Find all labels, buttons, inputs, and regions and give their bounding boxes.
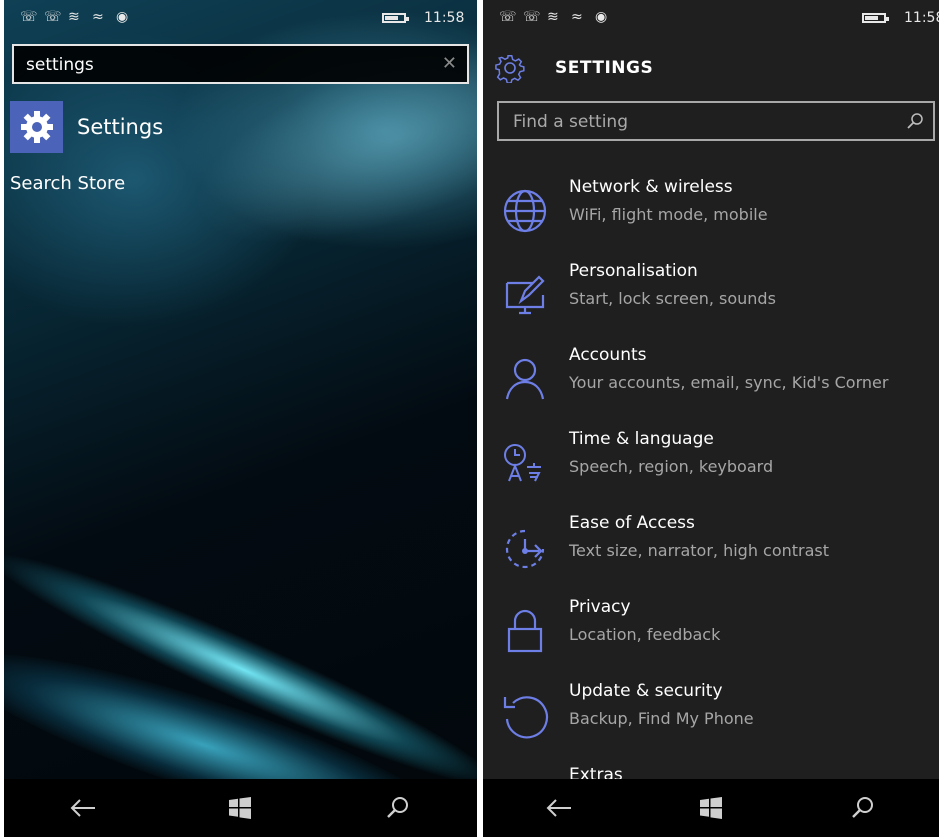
status-bar: ☏ ☏ ≋ ≈ ◉ 11:58 (483, 0, 939, 40)
battery-icon (862, 13, 889, 23)
person-icon (505, 358, 545, 400)
missed-call-icon: ☏ (523, 9, 541, 25)
missed-call-icon: ☏ (20, 9, 38, 25)
battery-icon (382, 13, 409, 23)
start-button[interactable] (681, 788, 741, 828)
category-subtitle: Backup, Find My Phone (569, 709, 754, 728)
category-subtitle: Speech, region, keyboard (569, 457, 774, 476)
clock: 11:58 (904, 10, 939, 26)
category-personalisation[interactable]: Personalisation Start, lock screen, soun… (499, 261, 929, 331)
status-bar: ☏ ☏ ≋ ≈ ◉ 11:58 (4, 0, 477, 40)
battery-level (865, 16, 878, 20)
time-language-icon (504, 444, 541, 482)
app-tile (10, 101, 63, 153)
windows-icon (700, 797, 722, 819)
search-screen: ☏ ☏ ≋ ≈ ◉ 11:58 settings ✕ Settings Sear… (4, 0, 477, 837)
ease-of-access-icon (505, 529, 545, 569)
category-title: Privacy (569, 597, 631, 617)
search-icon[interactable] (905, 111, 925, 131)
category-subtitle: Text size, narrator, high contrast (569, 541, 830, 560)
clock: 11:58 (424, 10, 465, 26)
category-update-security[interactable]: Update & security Backup, Find My Phone (499, 681, 929, 751)
category-privacy[interactable]: Privacy Location, feedback (499, 597, 929, 667)
wifi-calling-icon: ≋ (547, 9, 559, 25)
location-icon: ◉ (116, 9, 129, 25)
start-button[interactable] (210, 788, 270, 828)
close-icon[interactable]: ✕ (442, 53, 457, 74)
globe-icon (503, 189, 547, 233)
category-subtitle: WiFi, flight mode, mobile (569, 205, 768, 224)
settings-app-result[interactable]: Settings (10, 101, 163, 153)
app-name: Settings (77, 115, 164, 139)
back-button[interactable] (529, 788, 589, 828)
gear-icon (20, 111, 53, 143)
search-button[interactable] (833, 788, 893, 828)
missed-call-icon: ☏ (499, 9, 517, 25)
category-title: Network & wireless (569, 177, 733, 197)
back-icon (546, 799, 571, 817)
back-icon (70, 799, 95, 817)
category-title: Accounts (569, 345, 647, 365)
windows-icon (229, 797, 252, 819)
search-icon (852, 797, 873, 818)
find-setting-input[interactable]: Find a setting (497, 101, 935, 141)
navigation-bar (483, 779, 939, 837)
category-title: Update & security (569, 681, 723, 701)
navigation-bar (4, 779, 477, 837)
search-icon (387, 797, 409, 818)
category-title: Personalisation (569, 261, 698, 281)
search-query: settings (26, 55, 94, 75)
category-subtitle: Start, lock screen, sounds (569, 289, 776, 308)
category-title: Ease of Access (569, 513, 695, 533)
settings-header: SETTINGS (495, 50, 653, 86)
location-icon: ◉ (595, 9, 608, 25)
search-store-link[interactable]: Search Store (10, 173, 125, 194)
search-input[interactable]: settings ✕ (12, 44, 469, 84)
lock-icon (507, 609, 543, 653)
network-icon: ≈ (571, 9, 583, 25)
category-subtitle: Your accounts, email, sync, Kid's Corner (569, 373, 889, 392)
category-network-wireless[interactable]: Network & wireless WiFi, flight mode, mo… (499, 177, 929, 247)
wifi-calling-icon: ≋ (68, 9, 80, 25)
page-title: SETTINGS (555, 58, 654, 78)
network-icon: ≈ (92, 9, 104, 25)
category-ease-of-access[interactable]: Ease of Access Text size, narrator, high… (499, 513, 929, 583)
category-subtitle: Location, feedback (569, 625, 721, 644)
missed-call-icon: ☏ (44, 9, 62, 25)
category-accounts[interactable]: Accounts Your accounts, email, sync, Kid… (499, 345, 929, 415)
category-title: Time & language (569, 429, 714, 449)
gear-icon (495, 55, 525, 83)
search-button[interactable] (368, 788, 428, 828)
personalisation-icon (505, 275, 545, 315)
battery-level (385, 16, 398, 20)
settings-screen: ☏ ☏ ≋ ≈ ◉ 11:58 SETTINGS Find a setting … (483, 0, 939, 837)
update-icon (503, 696, 548, 739)
back-button[interactable] (53, 788, 113, 828)
category-time-language[interactable]: Time & language Speech, region, keyboard (499, 429, 929, 499)
find-setting-placeholder: Find a setting (513, 112, 628, 132)
